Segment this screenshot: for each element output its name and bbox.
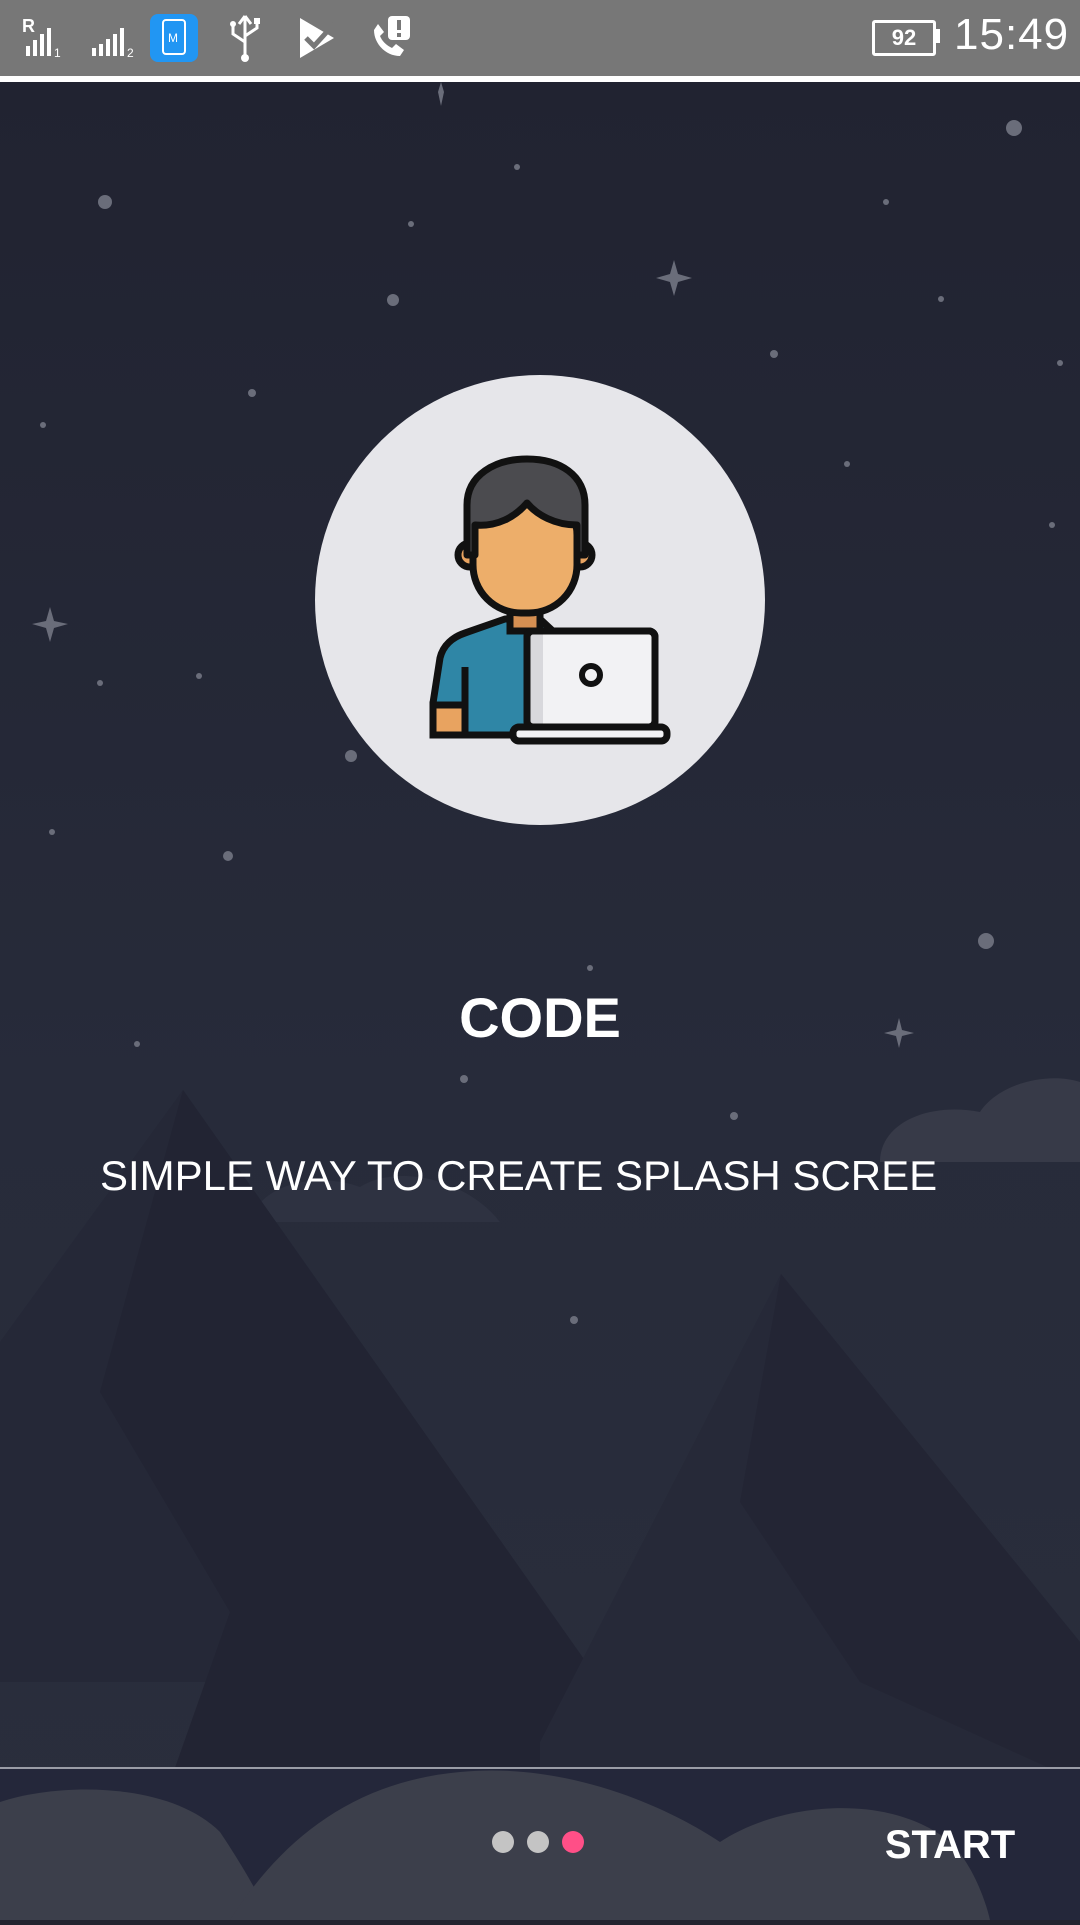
battery-icon	[935, 29, 940, 43]
roaming-indicator: R	[22, 16, 35, 36]
developer-laptop-icon	[429, 455, 671, 745]
status-time: 15:49	[954, 10, 1070, 59]
slide-subtitle: SIMPLE WAY TO CREATE SPLASH SCREE	[100, 1152, 938, 1199]
bottom-divider	[0, 1767, 1080, 1769]
signal-sim2-icon: 2	[92, 28, 134, 60]
slide-title: CODE	[459, 986, 621, 1049]
app-notification-icon: M	[150, 14, 198, 62]
status-bar: R 1 2 M 92 15:49	[0, 0, 1080, 82]
battery-level: 92	[872, 20, 936, 56]
page-dot-1[interactable]	[492, 1831, 514, 1853]
call-alert-icon	[374, 16, 410, 56]
svg-text:M: M	[168, 31, 178, 45]
illustration-circle	[315, 375, 765, 825]
signal-sim1-icon: R 1	[22, 16, 61, 60]
svg-text:2: 2	[127, 46, 134, 60]
svg-text:1: 1	[54, 46, 61, 60]
start-button[interactable]: START	[860, 1822, 1040, 1868]
page-dot-2[interactable]	[527, 1831, 549, 1853]
page-dot-3[interactable]	[562, 1831, 584, 1853]
play-store-check-icon	[300, 18, 336, 58]
usb-icon	[230, 15, 260, 62]
